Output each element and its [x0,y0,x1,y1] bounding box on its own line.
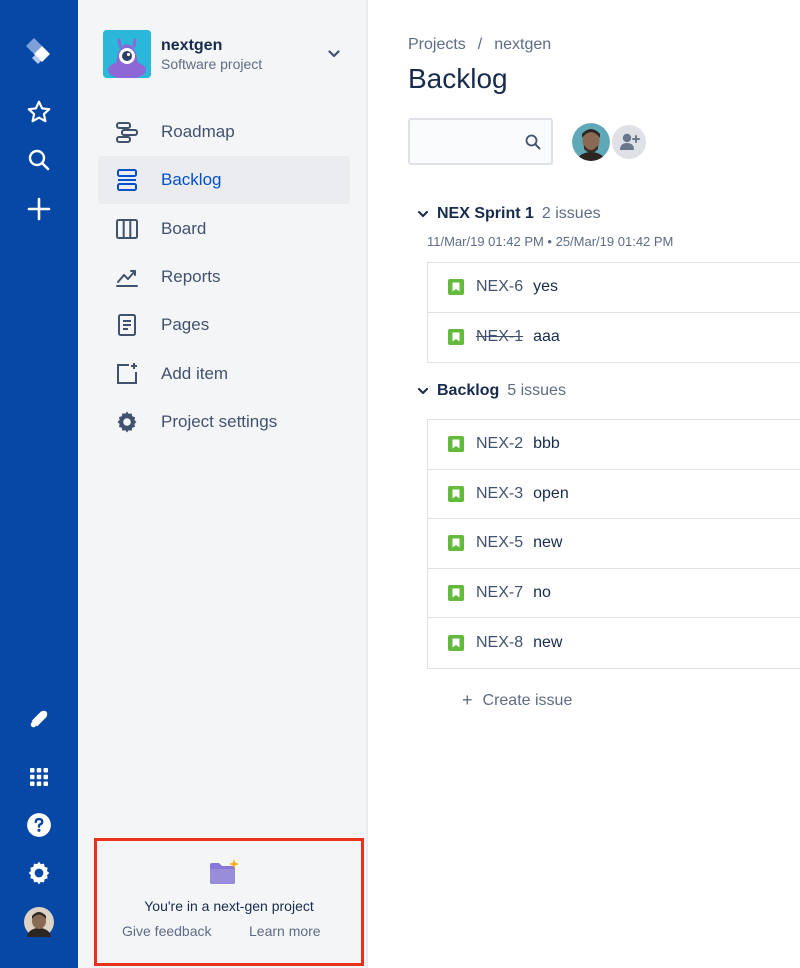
notifications-icon[interactable] [19,699,59,739]
pages-icon [115,313,139,337]
sidebar-item-add-item[interactable]: Add item [98,350,350,398]
issue-row-nex-6[interactable]: NEX-6 yes [428,263,800,313]
issue-key[interactable]: NEX-1 [476,328,523,346]
story-icon [448,329,464,346]
user-avatar[interactable] [572,123,610,161]
sidebar-item-label: Project settings [161,412,278,431]
issue-summary: bbb [533,435,560,453]
jira-logo-icon[interactable] [19,32,59,72]
sidebar-item-backlog[interactable]: Backlog [98,156,350,204]
story-icon [448,585,464,602]
issue-key[interactable]: NEX-7 [476,584,523,602]
star-icon[interactable] [19,92,59,132]
sidebar-item-board[interactable]: Board [98,205,350,253]
sprint-name: NEX Sprint 1 [437,205,534,222]
sidebar-item-label: Pages [161,315,210,334]
backlog-header[interactable]: Backlog 5 issues [416,382,566,400]
backlog-icon [115,168,139,192]
sprint-issue-list: NEX-6 yes NEX-1 aaa [427,262,800,364]
main-content: Projects / nextgen Backlog NEX Sprint 1 … [370,0,800,968]
sidebar-item-label: Add item [161,364,229,383]
sidebar-item-roadmap[interactable]: Roadmap [98,108,350,156]
chevron-down-icon[interactable] [324,44,344,64]
sidebar-item-label: Board [161,219,207,238]
reports-icon [115,265,139,289]
add-item-icon [115,362,139,386]
breadcrumb-separator: / [477,36,483,53]
story-icon [448,436,464,453]
plus-icon: + [462,690,473,710]
gear-icon [115,410,139,434]
issue-summary: yes [533,278,559,296]
chevron-down-icon [416,208,430,222]
search-icon[interactable] [19,140,59,180]
backlog-issue-count: 5 issues [507,382,566,399]
project-name: nextgen [161,37,223,54]
story-icon [448,279,464,296]
issue-summary: aaa [533,328,560,346]
nextgen-message: You're in a next-gen project [144,898,314,914]
app-switcher-icon[interactable] [19,757,59,797]
search-field [408,118,553,165]
backlog-issue-list: NEX-2 bbb NEX-3 open NEX-5 new NEX-7 no … [427,419,800,669]
sprint-header[interactable]: NEX Sprint 1 2 issues [416,205,601,223]
project-switcher[interactable]: nextgen Software project [102,29,344,79]
story-icon [448,635,464,652]
learn-more-link[interactable]: Learn more [249,923,321,939]
sidebar-item-project-settings[interactable]: Project settings [98,398,350,446]
create-issue-button[interactable]: + Create issue [462,690,572,711]
add-people-icon[interactable] [610,123,648,161]
sidebar-item-pages[interactable]: Pages [98,301,350,349]
issue-row-nex-3[interactable]: NEX-3 open [428,470,800,520]
sidebar-item-label: Backlog [161,170,222,189]
sidebar-item-label: Roadmap [161,122,235,141]
sprint-dates: 11/Mar/19 01:42 PM • 25/Mar/19 01:42 PM [427,234,674,249]
search-icon [524,133,542,151]
issue-row-nex-8[interactable]: NEX-8 new [428,618,800,668]
settings-gear-icon[interactable] [19,853,59,893]
issue-summary: open [533,484,569,502]
sidebar-item-reports[interactable]: Reports [98,253,350,301]
issue-summary: new [533,634,563,652]
breadcrumb-projects-link[interactable]: Projects [408,36,466,54]
issue-row-nex-1[interactable]: NEX-1 aaa [428,313,800,363]
breadcrumb: Projects / nextgen [408,36,551,54]
issue-key[interactable]: NEX-2 [476,435,523,453]
board-icon [115,217,139,241]
folder-sparkle-icon [209,859,239,885]
give-feedback-link[interactable]: Give feedback [122,923,212,939]
issue-row-nex-7[interactable]: NEX-7 no [428,569,800,619]
issue-summary: no [533,584,551,602]
issue-key[interactable]: NEX-5 [476,534,523,552]
project-sidebar: nextgen Software project Roadmap Backlog… [78,0,368,968]
issue-summary: new [533,534,563,552]
backlog-name: Backlog [437,382,500,399]
story-icon [448,485,464,502]
nextgen-banner: You're in a next-gen project Give feedba… [94,838,364,966]
issue-key[interactable]: NEX-8 [476,634,523,652]
global-nav [0,0,78,968]
page-title: Backlog [408,63,508,94]
roadmap-icon [115,120,139,144]
issue-row-nex-5[interactable]: NEX-5 new [428,519,800,569]
sprint-issue-count: 2 issues [541,205,601,222]
issue-key[interactable]: NEX-6 [476,278,523,296]
sidebar-item-label: Reports [161,267,221,286]
help-icon[interactable] [19,805,59,845]
chevron-down-icon [416,385,430,399]
story-icon [448,535,464,552]
breadcrumb-project-link[interactable]: nextgen [494,36,551,54]
project-avatar-icon [103,30,151,78]
issue-row-nex-2[interactable]: NEX-2 bbb [428,420,800,470]
profile-avatar[interactable] [19,902,59,942]
create-issue-label: Create issue [482,691,573,709]
project-type: Software project [161,56,263,72]
search-input[interactable] [410,120,520,163]
create-plus-icon[interactable] [19,189,59,229]
issue-key[interactable]: NEX-3 [476,485,523,503]
